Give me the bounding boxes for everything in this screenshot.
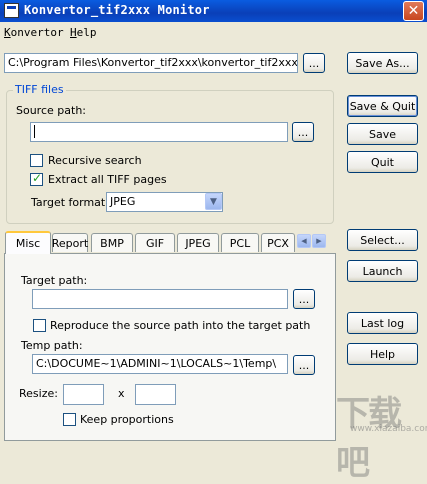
help-button[interactable]: Help	[347, 343, 418, 365]
last-log-button[interactable]: Last log	[347, 312, 418, 334]
keep-proportions-label: Keep proportions	[80, 413, 174, 426]
resize-height-input[interactable]	[135, 384, 176, 405]
text-cursor	[34, 125, 35, 138]
extract-pages-checkbox[interactable]	[30, 171, 43, 186]
menu-item-help-accel: H	[70, 26, 77, 39]
target-path-label: Target path:	[21, 274, 88, 287]
launch-button[interactable]: Launch	[347, 260, 418, 282]
recursive-search-checkbox[interactable]	[30, 154, 43, 167]
source-path-input[interactable]	[30, 122, 288, 142]
tab-pcl[interactable]: PCL	[221, 233, 259, 252]
chevron-left-icon[interactable]: ◀	[297, 234, 311, 248]
extract-pages-label: Extract all TIFF pages	[48, 173, 167, 186]
app-icon	[4, 3, 19, 18]
resize-width-input[interactable]	[63, 384, 104, 405]
save-button[interactable]: Save	[347, 123, 418, 145]
source-path-label: Source path:	[16, 104, 86, 117]
menu-item-konvertor-accel: K	[4, 26, 11, 39]
window-title: Konvertor_tif2xxx Monitor	[24, 3, 210, 17]
save-as-button[interactable]: Save As...	[347, 52, 418, 74]
tiff-files-group-label: TIFF files	[13, 83, 66, 96]
target-path-input[interactable]	[32, 289, 288, 309]
keep-proportions-checkbox[interactable]	[63, 413, 76, 426]
reproduce-path-label: Reproduce the source path into the targe…	[50, 319, 311, 332]
watermark-url: www.xiazaiba.com	[350, 424, 427, 434]
temp-browse-button[interactable]: ...	[293, 355, 315, 375]
temp-path-input[interactable]: C:\DOCUME~1\ADMINI~1\LOCALS~1\Temp\	[32, 354, 288, 374]
menu-item-konvertor-rest: onvertor	[10, 26, 64, 39]
resize-label: Resize:	[19, 387, 58, 400]
chevron-down-icon[interactable]: ▼	[205, 193, 222, 210]
chevron-right-icon[interactable]: ▶	[312, 234, 326, 248]
tab-bmp[interactable]: BMP	[91, 233, 133, 252]
recursive-search-label: Recursive search	[48, 154, 142, 167]
target-format-label: Target format:	[31, 196, 109, 209]
tab-jpeg[interactable]: JPEG	[177, 233, 219, 252]
temp-path-label: Temp path:	[21, 339, 83, 352]
menu-item-help[interactable]: Help	[70, 26, 97, 39]
tab-misc[interactable]: Misc	[5, 231, 51, 254]
title-bar[interactable]: Konvertor_tif2xxx Monitor ✕	[0, 0, 427, 22]
menu-item-help-rest: elp	[76, 26, 97, 39]
watermark-text: 下载吧	[336, 394, 402, 483]
quit-button[interactable]: Quit	[347, 151, 418, 173]
menu-item-konvertor[interactable]: Konvertor	[4, 26, 64, 39]
target-format-value: JPEG	[110, 195, 136, 208]
save-quit-button[interactable]: Save & Quit	[347, 95, 418, 117]
close-button[interactable]: ✕	[403, 1, 424, 21]
menu-bar: Konvertor Help	[0, 23, 427, 43]
tab-pcx[interactable]: PCX	[261, 233, 295, 252]
tab-report[interactable]: Report	[52, 233, 88, 252]
source-browse-button[interactable]: ...	[292, 122, 314, 142]
tab-gif[interactable]: GIF	[135, 233, 175, 252]
target-browse-button[interactable]: ...	[293, 289, 315, 309]
config-path-field[interactable]: C:\Program Files\Konvertor_tif2xxx\konve…	[4, 53, 298, 73]
config-browse-button[interactable]: ...	[303, 53, 325, 73]
resize-x-label: x	[118, 387, 125, 400]
reproduce-path-checkbox[interactable]	[33, 319, 46, 332]
select-button[interactable]: Select...	[347, 229, 418, 251]
